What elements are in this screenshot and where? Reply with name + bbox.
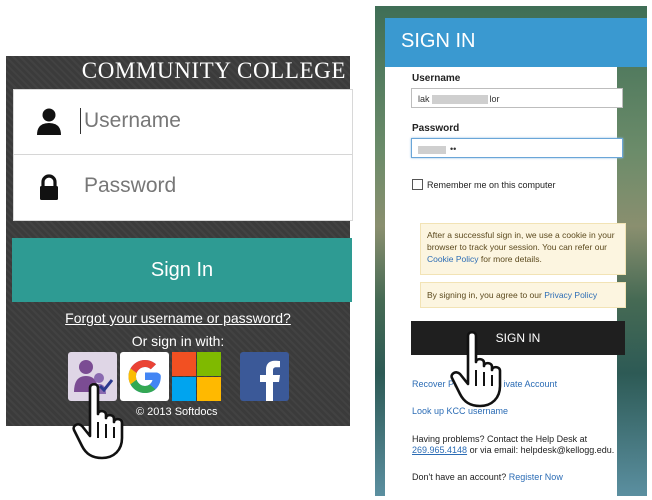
lock-icon bbox=[40, 174, 58, 200]
checkbox-icon[interactable] bbox=[412, 179, 423, 190]
redacted-blur bbox=[418, 145, 446, 154]
hand-pointer-icon bbox=[450, 330, 502, 408]
cookie-policy-link[interactable]: Cookie Policy bbox=[427, 254, 479, 264]
username-placeholder: Username bbox=[84, 109, 181, 132]
register-now-link[interactable]: Register Now bbox=[509, 472, 563, 482]
right-signin-panel: SIGN IN Username lak lor Password •• Reme… bbox=[375, 6, 647, 496]
sign-in-button[interactable]: Sign In bbox=[12, 238, 352, 302]
login-fields: Username Password bbox=[13, 89, 353, 221]
password-value: •• bbox=[450, 144, 457, 154]
privacy-notice-text: By signing in, you agree to our bbox=[427, 290, 545, 300]
or-sign-in-with-label: Or sign in with: bbox=[131, 333, 225, 349]
help-text: Having problems? Contact the Help Desk a… bbox=[412, 434, 588, 444]
password-field[interactable]: Password bbox=[14, 154, 352, 219]
help-phone-link[interactable]: 269.965.4148 bbox=[412, 445, 467, 455]
username-value-start: lak bbox=[418, 94, 430, 104]
cookie-notice-text: After a successful sign in, we use a coo… bbox=[427, 230, 615, 252]
password-input[interactable]: •• bbox=[411, 138, 623, 158]
no-account-text: Don't have an account? bbox=[412, 472, 509, 482]
username-value-end: lor bbox=[489, 94, 500, 104]
username-field[interactable]: Username bbox=[14, 90, 352, 154]
password-label: Password bbox=[412, 123, 460, 134]
user-icon bbox=[37, 108, 61, 135]
help-desk-info: Having problems? Contact the Help Desk a… bbox=[412, 434, 627, 456]
username-input[interactable]: lak lor bbox=[411, 88, 623, 108]
signin-header-title: SIGN IN bbox=[401, 30, 476, 52]
privacy-notice: By signing in, you agree to our Privacy … bbox=[420, 282, 626, 308]
microsoft-icon[interactable] bbox=[172, 352, 221, 401]
remember-me-label: Remember me on this computer bbox=[427, 180, 556, 190]
text-cursor bbox=[80, 108, 81, 134]
college-name: COMMUNITY COLLEGE bbox=[81, 58, 346, 83]
cookie-notice-suffix: for more details. bbox=[478, 254, 542, 264]
username-label: Username bbox=[412, 73, 461, 84]
no-account-prompt: Don't have an account? Register Now bbox=[412, 472, 563, 482]
signin-header: SIGN IN bbox=[385, 18, 647, 67]
facebook-icon[interactable] bbox=[240, 352, 289, 401]
privacy-policy-link[interactable]: Privacy Policy bbox=[544, 290, 597, 300]
sign-in-submit-button[interactable]: SIGN IN bbox=[411, 321, 625, 355]
password-placeholder: Password bbox=[84, 174, 177, 197]
copyright-text: © 2013 Softdocs bbox=[136, 406, 218, 418]
hand-pointer-icon bbox=[72, 382, 124, 460]
redacted-blur bbox=[431, 95, 488, 105]
forgot-credentials-link[interactable]: Forgot your username or password? bbox=[6, 310, 350, 326]
left-login-panel: COMMUNITY COLLEGE Username Password Sign… bbox=[6, 56, 353, 426]
remember-me-checkbox[interactable]: Remember me on this computer bbox=[412, 179, 556, 190]
help-email-text: or via email: helpdesk@kellogg.edu. bbox=[467, 445, 615, 455]
recover-link-end: ivate Account bbox=[503, 379, 558, 389]
cookie-notice: After a successful sign in, we use a coo… bbox=[420, 223, 626, 275]
